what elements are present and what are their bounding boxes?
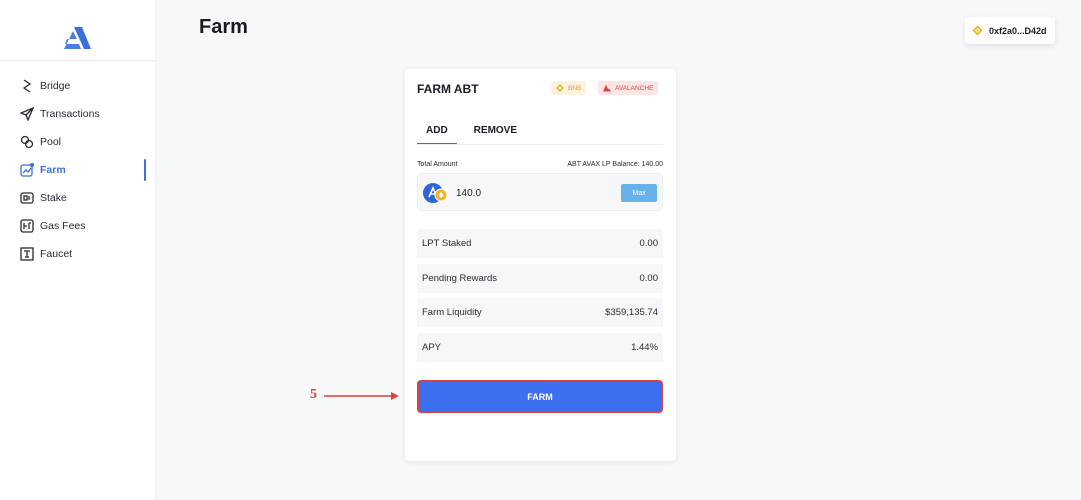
total-amount-label: Total Amount xyxy=(417,161,458,168)
lp-token-icon xyxy=(422,182,450,204)
sidebar: Bridge Transactions Pool Farm Stake Gas … xyxy=(0,0,156,500)
faucet-icon xyxy=(20,247,34,261)
arrow-right-icon xyxy=(322,389,402,403)
stat-label: Farm Liquidity xyxy=(422,307,482,318)
gas-fees-icon xyxy=(20,219,34,233)
wallet-address: 0xf2a0...D42d xyxy=(989,25,1047,36)
stat-value: 0.00 xyxy=(639,238,659,249)
avalanche-icon xyxy=(603,84,611,92)
farm-button[interactable]: FARM xyxy=(417,380,663,413)
stat-value: 0.00 xyxy=(639,273,659,284)
stake-icon xyxy=(20,191,34,205)
sidebar-item-faucet[interactable]: Faucet xyxy=(0,240,156,268)
sidebar-item-label: Stake xyxy=(40,192,67,204)
max-button[interactable]: Max xyxy=(621,184,657,202)
sidebar-item-pool[interactable]: Pool xyxy=(0,128,156,156)
sidebar-item-label: Transactions xyxy=(40,108,100,120)
sidebar-divider xyxy=(0,60,156,61)
page-title: Farm xyxy=(199,16,248,38)
card-title: FARM ABT xyxy=(417,82,479,96)
stat-farm-liquidity: Farm Liquidity $359,135.74 xyxy=(417,298,663,327)
step-number: 5 xyxy=(310,387,317,402)
bnb-chip-icon xyxy=(556,84,564,92)
tab-bar: ADD REMOVE xyxy=(417,119,526,145)
sidebar-item-bridge[interactable]: Bridge xyxy=(0,72,156,100)
stat-apy: APY 1.44% xyxy=(417,333,663,362)
chip-label: AVALANCHE xyxy=(615,84,654,92)
stat-value: 1.44% xyxy=(631,342,658,353)
sidebar-item-label: Bridge xyxy=(40,80,71,92)
farm-card: FARM ABT BNB AVALANCHE ADD REMOVE Total … xyxy=(405,69,676,461)
farm-chart-icon xyxy=(20,163,34,177)
chip-avalanche: AVALANCHE xyxy=(598,81,659,95)
stat-label: Pending Rewards xyxy=(422,273,497,284)
app-logo-icon[interactable] xyxy=(64,25,92,51)
chip-label: BNB xyxy=(568,84,582,92)
stat-lpt-staked: LPT Staked 0.00 xyxy=(417,229,663,258)
lp-balance: ABT AVAX LP Balance: 140.00 xyxy=(567,161,663,168)
tab-remove[interactable]: REMOVE xyxy=(465,119,526,145)
bridge-icon xyxy=(20,79,34,93)
stat-label: LPT Staked xyxy=(422,238,472,249)
sidebar-item-gas-fees[interactable]: Gas Fees xyxy=(0,212,156,240)
sidebar-item-stake[interactable]: Stake xyxy=(0,184,156,212)
chip-bnb: BNB xyxy=(551,81,587,95)
bnb-coin-icon xyxy=(972,25,983,36)
tab-add[interactable]: ADD xyxy=(417,119,457,145)
stat-value: $359,135.74 xyxy=(605,307,658,318)
amount-input[interactable] xyxy=(456,184,606,202)
stat-label: APY xyxy=(422,342,442,353)
tab-divider xyxy=(417,144,663,145)
sidebar-item-label: Faucet xyxy=(40,248,73,260)
stat-pending-rewards: Pending Rewards 0.00 xyxy=(417,264,663,293)
sidebar-item-label: Farm xyxy=(40,164,66,176)
sidebar-item-label: Gas Fees xyxy=(40,220,86,232)
pool-icon xyxy=(20,135,34,149)
send-icon xyxy=(20,107,34,121)
sidebar-item-transactions[interactable]: Transactions xyxy=(0,100,156,128)
wallet-button[interactable]: 0xf2a0...D42d xyxy=(965,17,1055,44)
sidebar-item-farm[interactable]: Farm xyxy=(0,156,156,184)
sidebar-item-label: Pool xyxy=(40,136,62,148)
sidebar-nav: Bridge Transactions Pool Farm Stake Gas … xyxy=(0,72,156,268)
amount-input-box: Max xyxy=(417,173,663,211)
